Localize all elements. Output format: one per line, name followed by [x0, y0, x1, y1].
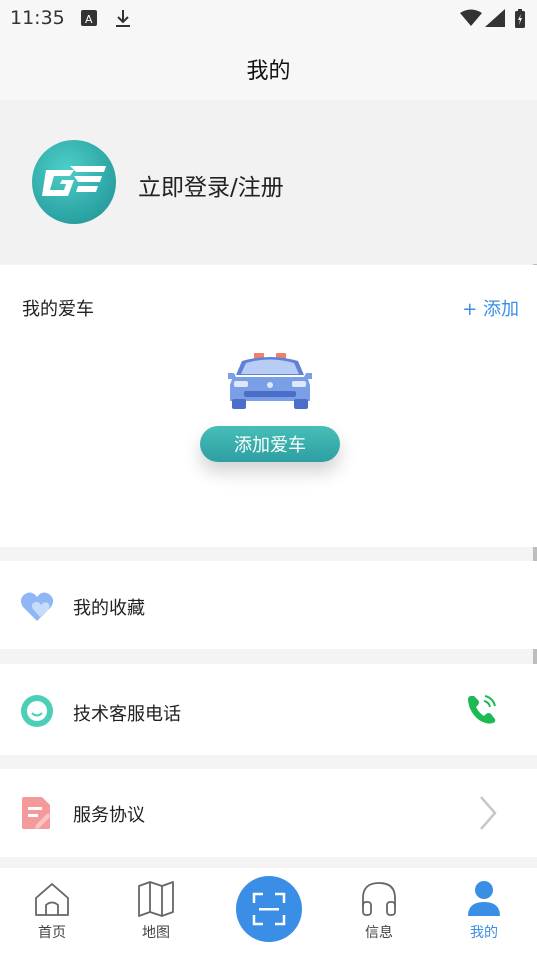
add-car-link[interactable]: + 添加 — [462, 295, 519, 321]
menu-label-service-agreement: 服务协议 — [73, 805, 145, 826]
headphones-icon — [362, 882, 396, 916]
status-bar: 11:35 A — [0, 0, 537, 38]
menu-item-service-agreement[interactable]: 服务协议 — [0, 769, 537, 857]
tab-label-home: 首页 — [38, 925, 66, 941]
tab-messages[interactable]: 信息 — [339, 880, 419, 942]
keyboard-icon: A — [80, 9, 98, 31]
bottom-tab-bar: 首页 地图 信息 我的 — [0, 868, 537, 956]
logo-icon — [42, 166, 106, 196]
page-title: 我的 — [246, 59, 291, 84]
menu-item-support-phone[interactable]: 技术客服电话 — [0, 664, 537, 755]
my-car-card: 我的爱车 + 添加 添加爱车 — [0, 265, 537, 547]
tab-label-messages: 信息 — [365, 925, 393, 941]
home-icon — [35, 883, 69, 916]
phone-icon[interactable] — [465, 692, 499, 730]
tab-home[interactable]: 首页 — [12, 880, 92, 942]
header: 我的 — [0, 38, 537, 100]
profile-section[interactable]: 立即登录/注册 — [0, 100, 537, 264]
add-car-button[interactable]: 添加爱车 — [200, 426, 340, 462]
chat-icon — [20, 694, 54, 732]
heart-icon — [20, 591, 54, 627]
document-icon — [20, 795, 52, 835]
map-icon — [138, 881, 174, 917]
tab-mine[interactable]: 我的 — [444, 880, 524, 942]
menu-label-support-phone: 技术客服电话 — [73, 704, 181, 725]
chevron-right-icon[interactable] — [477, 795, 499, 835]
battery-icon — [514, 9, 526, 33]
menu-label-favorites: 我的收藏 — [73, 598, 145, 619]
car-icon — [228, 353, 312, 409]
login-register-link[interactable]: 立即登录/注册 — [138, 168, 284, 202]
svg-text:A: A — [85, 13, 93, 26]
avatar[interactable] — [32, 140, 116, 224]
tab-map[interactable]: 地图 — [116, 880, 196, 942]
menu-item-favorites[interactable]: 我的收藏 — [0, 561, 537, 649]
wifi-icon — [460, 9, 482, 31]
tab-label-map: 地图 — [142, 925, 170, 941]
scan-icon — [252, 892, 286, 926]
signal-icon — [485, 9, 505, 31]
my-car-title: 我的爱车 — [22, 299, 94, 320]
download-icon — [114, 9, 132, 33]
status-time: 11:35 — [10, 7, 65, 29]
scan-button[interactable] — [236, 876, 302, 942]
person-icon — [468, 881, 500, 916]
tab-label-mine: 我的 — [470, 925, 498, 941]
